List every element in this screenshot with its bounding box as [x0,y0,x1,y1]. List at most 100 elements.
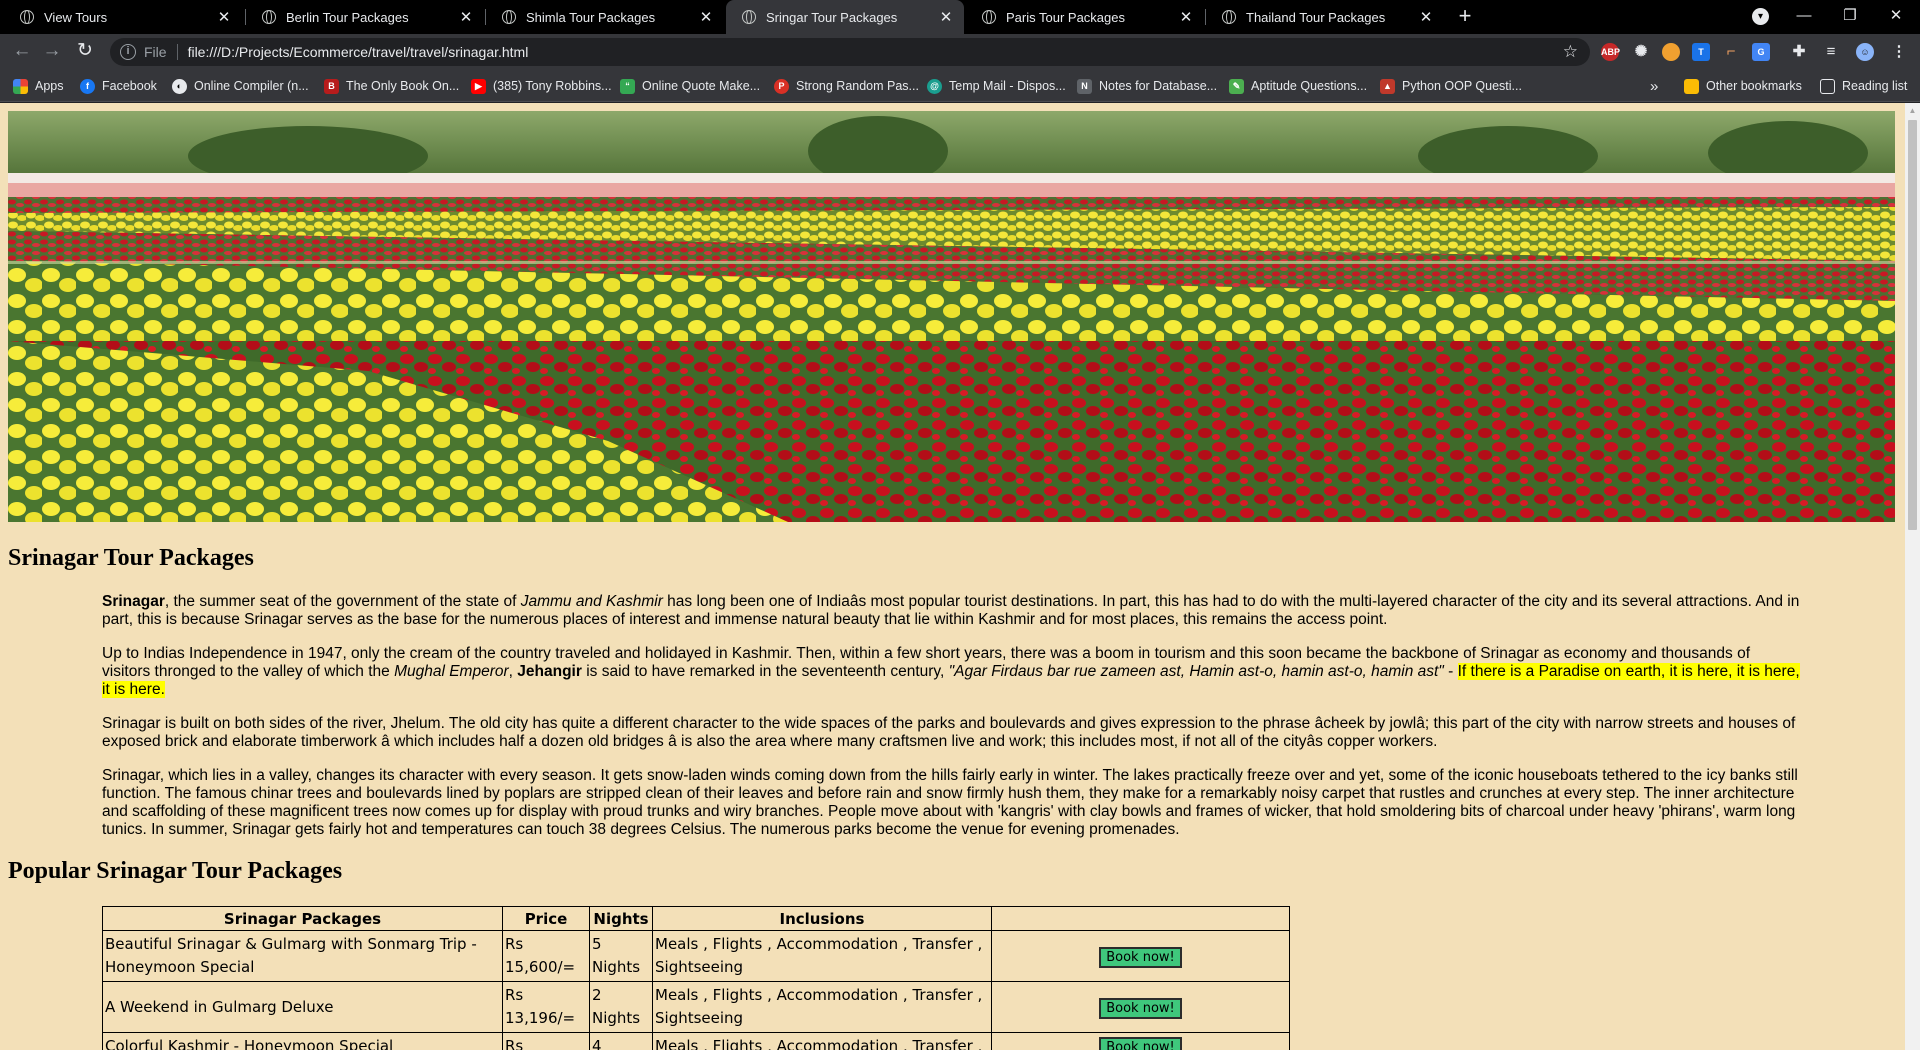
bookmark-star-icon[interactable]: ☆ [1563,42,1578,62]
bookmark-label: Facebook [102,79,157,93]
minimize-icon[interactable]: — [1781,0,1827,34]
folder-icon [1684,78,1699,94]
book-now-button[interactable]: Book now! [1099,997,1182,1019]
globe-icon [262,10,276,24]
close-icon[interactable]: ✕ [1418,8,1434,26]
tab-srinagar[interactable]: Sringar Tour Packages ✕ [726,0,964,34]
bookmark-quote-maker[interactable]: “ Online Quote Make... [620,70,760,102]
vertical-scrollbar[interactable]: ▲ [1905,103,1920,1050]
scrollbar-thumb[interactable] [1908,120,1917,530]
tab-title: Shimla Tour Packages [526,9,656,25]
new-tab-plus-icon[interactable]: + [1452,4,1478,30]
adblock-extension-icon[interactable]: ABP [1601,43,1620,61]
bold-text: Jehangir [517,663,582,680]
bookmark-label: Notes for Database... [1099,79,1218,93]
book-now-button[interactable]: Book now! [1099,1037,1182,1050]
bookmark-online-compiler[interactable]: ◐ Online Compiler (n... [172,70,309,102]
paragraph-text: , the summer seat of the government of t… [164,593,521,610]
globe-icon [742,10,756,24]
page-viewport: Srinagar Tour Packages Srinagar, the sum… [0,103,1920,1050]
page-title: Srinagar Tour Packages [8,545,254,571]
info-icon[interactable]: i [120,44,136,60]
package-price: Rs 13,196/= [502,981,590,1033]
globe-icon [1222,10,1236,24]
back-arrow-icon[interactable]: ← [10,40,34,64]
tab-title: Thailand Tour Packages [1246,9,1386,25]
reading-list-button[interactable]: Reading list [1820,70,1907,102]
bookmark-python-oop[interactable]: ▲ Python OOP Questi... [1380,70,1522,102]
restore-icon[interactable]: ❐ [1827,0,1873,34]
tab-title: Sringar Tour Packages [766,9,898,25]
gear-extension-icon[interactable]: ✺ [1632,43,1650,61]
paragraph-text: , [508,663,518,680]
bookmark-aptitude[interactable]: ✎ Aptitude Questions... [1229,70,1367,102]
tab-paris[interactable]: Paris Tour Packages ✕ [966,0,1204,34]
omnibox-divider [176,44,178,60]
password-icon: P [774,78,789,94]
scroll-up-arrow-icon[interactable]: ▲ [1908,106,1917,115]
bookmark-label: Online Quote Make... [642,79,761,93]
close-icon[interactable]: ✕ [698,8,714,26]
tab-strip: View Tours ✕ Berlin Tour Packages ✕ Shim… [0,0,1920,34]
close-icon[interactable]: ✕ [1178,8,1194,26]
table-row: Beautiful Srinagar & Gulmarg with Sonmar… [102,930,1290,982]
bookmarks-overflow-chevron-icon[interactable]: » [1650,70,1658,102]
book-cell: Book now! [991,1032,1290,1050]
avatar[interactable]: ☺ [1856,43,1874,61]
globe-icon [502,10,516,24]
bookmark-temp-mail[interactable]: @ Temp Mail - Dispos... [927,70,1066,102]
close-icon[interactable]: ✕ [216,8,232,26]
bookmark-apps[interactable]: Apps [13,70,64,102]
mail-icon: @ [927,78,942,94]
aptitude-icon: ✎ [1229,78,1244,94]
tab-title: Paris Tour Packages [1006,9,1125,25]
url-text[interactable]: file:///D:/Projects/Ecommerce/travel/tra… [188,44,1563,60]
table-header-row: Srinagar Packages Price Nights Inclusion… [102,906,1290,931]
bookmark-youtube[interactable]: ▶ (385) Tony Robbins... [471,70,612,102]
bookmarks-bar: Apps f Facebook ◐ Online Compiler (n... … [0,70,1920,102]
tab-view-tours[interactable]: View Tours ✕ [4,0,242,34]
other-bookmarks-folder[interactable]: Other bookmarks [1684,70,1802,102]
bookmark-facebook[interactable]: f Facebook [80,70,157,102]
seasons-paragraph: Srinagar, which lies in a valley, change… [102,767,1798,838]
package-inclusions: Meals , Flights , Accommodation , Transf… [652,1032,992,1050]
screenshot-extension-icon[interactable]: G [1752,43,1770,61]
reload-icon[interactable]: ↻ [73,40,97,64]
window-close-icon[interactable]: ✕ [1873,0,1919,34]
package-nights: 4 [589,1032,653,1050]
tab-shimla[interactable]: Shimla Tour Packages ✕ [486,0,724,34]
book-cell: Book now! [991,930,1290,982]
globe-icon [20,10,34,24]
tab-berlin[interactable]: Berlin Tour Packages ✕ [246,0,484,34]
bookmark-book[interactable]: B The Only Book On... [324,70,459,102]
close-icon[interactable]: ✕ [458,8,474,26]
package-name: Beautiful Srinagar & Gulmarg with Sonmar… [102,930,503,982]
section-title-popular-packages: Popular Srinagar Tour Packages [8,858,343,884]
table-row: A Weekend in Gulmarg Deluxe Rs 13,196/= … [102,981,1290,1033]
package-nights: 2 Nights [589,981,653,1033]
paragraph-text: is said to have remarked in the seventee… [581,663,949,680]
translate-extension-icon[interactable]: T [1692,43,1710,61]
bookmark-label: Python OOP Questi... [1402,79,1522,93]
package-price: Rs 15,600/= [502,930,590,982]
tab-title: Berlin Tour Packages [286,9,409,25]
close-icon[interactable]: ✕ [938,8,954,26]
kebab-menu-icon[interactable]: ⋮ [1890,43,1908,61]
bookmark-random-password[interactable]: P Strong Random Pas... [774,70,919,102]
forward-arrow-icon[interactable]: → [40,40,64,64]
paragraph-text: - [1443,663,1458,680]
puzzle-extensions-icon[interactable]: ✚ [1790,43,1808,61]
reading-queue-icon[interactable]: ≡ [1822,43,1840,61]
tab-search-icon[interactable]: ▾ [1752,8,1769,25]
tab-title: View Tours [44,9,108,25]
tab-thailand[interactable]: Thailand Tour Packages ✕ [1206,0,1444,34]
cookie-extension-icon[interactable] [1662,43,1680,61]
italic-text: Jammu and Kashmir [520,593,663,610]
column-header [991,906,1290,931]
bookmark-database-notes[interactable]: N Notes for Database... [1077,70,1217,102]
pen-extension-icon[interactable]: ⌐ [1722,43,1740,61]
column-header: Srinagar Packages [102,906,503,931]
address-bar[interactable]: i File file:///D:/Projects/Ecommerce/tra… [110,38,1590,66]
history-paragraph: Up to Indias Independence in 1947, only … [102,645,1802,699]
book-now-button[interactable]: Book now! [1099,946,1182,968]
